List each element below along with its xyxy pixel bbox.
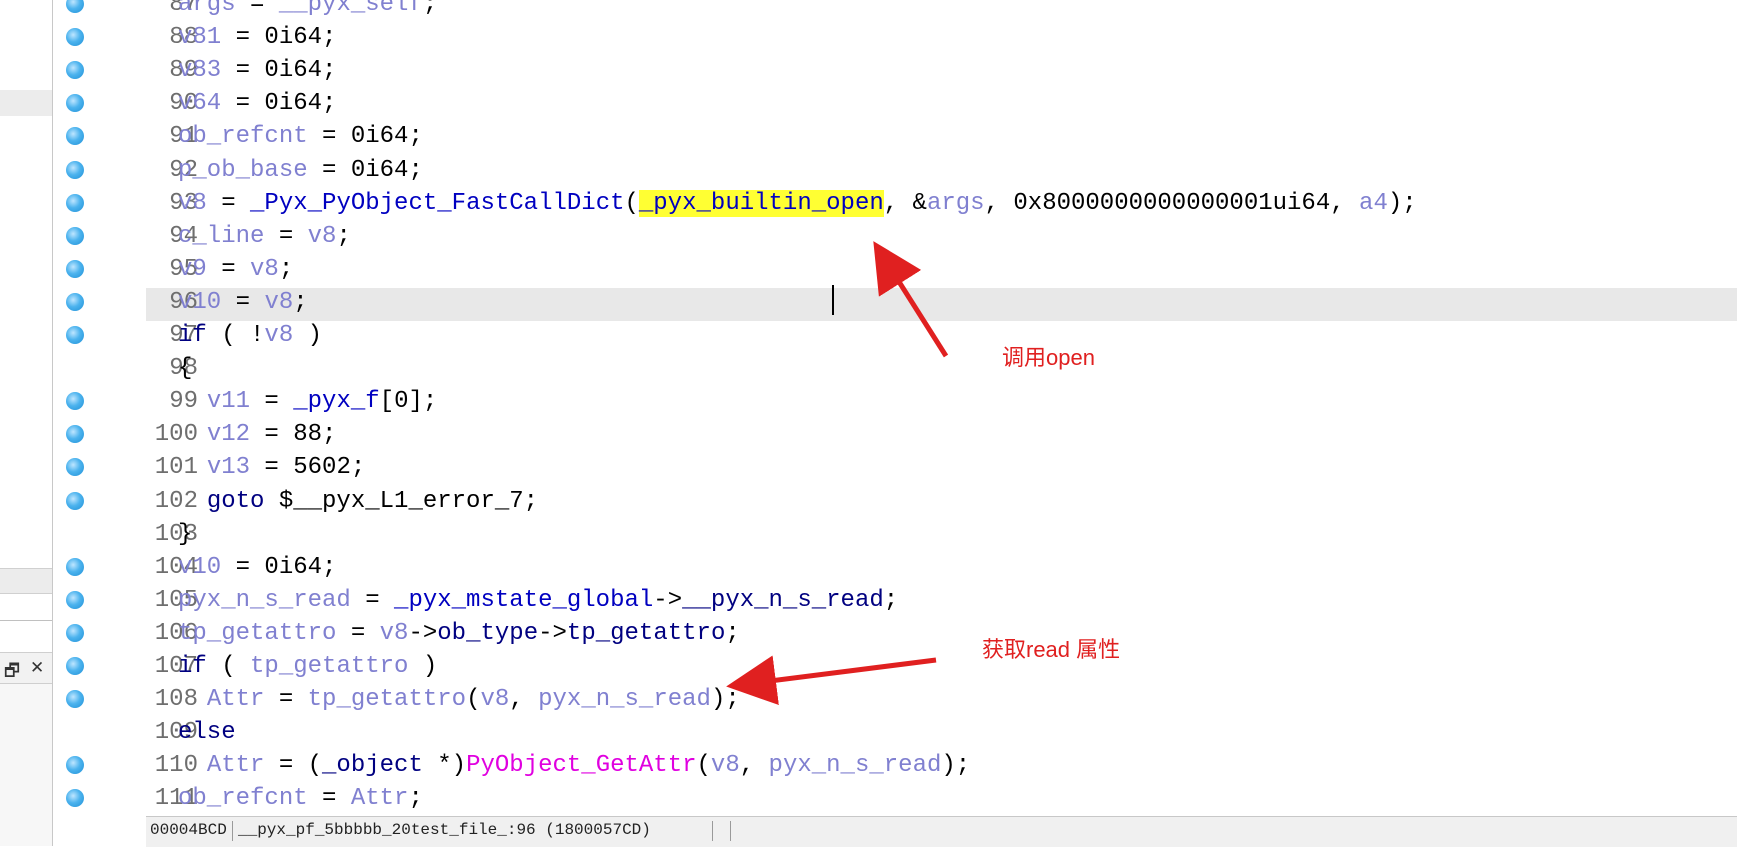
- annotation-open-note: 调用open: [1002, 345, 1095, 370]
- annotation-read-note: 获取read 属性: [982, 637, 1121, 662]
- arrow-to-read: [726, 655, 937, 706]
- arrow-to-open: [873, 241, 949, 358]
- annotation-arrows: [726, 241, 949, 706]
